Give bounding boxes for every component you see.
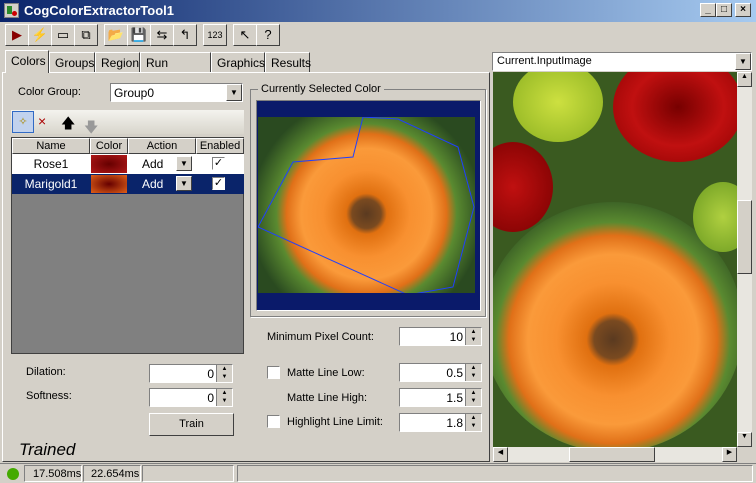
pointer-ruler-icon[interactable]: ↖ bbox=[233, 24, 257, 46]
softness-label: Softness: bbox=[26, 390, 72, 402]
color-swatch bbox=[91, 155, 127, 173]
horizontal-scrollbar[interactable]: ◀ ▶ bbox=[493, 447, 737, 462]
matte-high-label: Matte Line High: bbox=[287, 392, 368, 404]
color-grid: Name Color Action Enabled Rose1 Add ▼ ✓ Marig… bbox=[11, 137, 244, 354]
scroll-left-icon: ◀ bbox=[493, 447, 508, 462]
min-pixel-spinner[interactable]: 10 ▲ ▼ bbox=[399, 327, 482, 346]
save-as-icon[interactable]: ⇆ bbox=[150, 24, 174, 46]
train-status: Trained bbox=[19, 440, 76, 459]
dilation-label: Dilation: bbox=[26, 366, 66, 378]
tab-colors[interactable]: Colors bbox=[5, 50, 49, 73]
image-source-value: Current.InputImage bbox=[497, 55, 592, 67]
column-header-name[interactable]: Name bbox=[12, 138, 90, 154]
tab-region[interactable]: Region bbox=[95, 52, 140, 72]
image-source-select[interactable]: Current.InputImage ▼ bbox=[492, 52, 752, 71]
input-image-display[interactable] bbox=[493, 72, 737, 447]
color-group-select[interactable]: Group0 ▼ bbox=[110, 83, 243, 102]
highlight-checkbox[interactable] bbox=[267, 415, 280, 428]
min-pixel-label: Minimum Pixel Count: bbox=[267, 331, 374, 343]
row-name: Marigold1 bbox=[24, 177, 78, 191]
column-header-action[interactable]: Action bbox=[128, 138, 196, 154]
grid-header: Name Color Action Enabled bbox=[12, 138, 244, 154]
matte-high-spinner[interactable]: 1.5 ▲ ▼ bbox=[399, 388, 482, 407]
maximize-button[interactable]: □ bbox=[716, 3, 732, 17]
save-icon[interactable]: 💾 bbox=[127, 24, 151, 46]
window-lock-icon[interactable]: ⧉ bbox=[74, 24, 98, 46]
spin-arrows-icon: ▲ ▼ bbox=[465, 364, 481, 381]
selected-color-display bbox=[256, 100, 481, 311]
chevron-down-icon[interactable]: ▼ bbox=[226, 84, 242, 101]
move-down-icon[interactable]: 🡅 bbox=[84, 113, 98, 137]
spin-arrows-icon: ▲ ▼ bbox=[216, 389, 232, 406]
row-action: Add bbox=[142, 157, 164, 171]
scroll-up-icon: ▲ bbox=[737, 72, 752, 87]
spin-arrows-icon: ▲ ▼ bbox=[465, 389, 481, 406]
tab-run-params[interactable]: Run Params bbox=[140, 52, 211, 84]
reset-icon[interactable]: ↰ bbox=[173, 24, 197, 46]
selected-color-title: Currently Selected Color bbox=[258, 83, 384, 95]
help-icon[interactable]: ? bbox=[256, 24, 280, 46]
move-up-icon[interactable]: 🡅 bbox=[61, 113, 75, 137]
color-swatch bbox=[91, 175, 127, 193]
column-header-color[interactable]: Color bbox=[90, 138, 128, 154]
action-dropdown-icon[interactable]: ▼ bbox=[176, 156, 192, 171]
close-button[interactable]: × bbox=[735, 3, 751, 17]
tab-graphics[interactable]: Graphics bbox=[211, 52, 265, 72]
window-icon[interactable]: ▭ bbox=[51, 24, 75, 46]
counter-123-icon[interactable]: 123 bbox=[203, 24, 227, 46]
scroll-right-icon: ▶ bbox=[722, 447, 737, 462]
color-group-label: Color Group: bbox=[18, 86, 81, 98]
delete-color-icon[interactable]: × bbox=[38, 113, 46, 129]
status-pane bbox=[237, 465, 753, 482]
chevron-down-icon[interactable]: ▼ bbox=[735, 53, 751, 70]
run-icon[interactable]: ▶ bbox=[5, 24, 29, 46]
tab-groups[interactable]: Groups bbox=[49, 52, 95, 72]
spin-arrows-icon: ▲ ▼ bbox=[465, 328, 481, 345]
vertical-scrollbar[interactable]: ▲ ▼ bbox=[737, 72, 752, 447]
enabled-checkbox[interactable]: ✓ bbox=[212, 177, 225, 190]
table-row[interactable]: Rose1 Add ▼ ✓ bbox=[12, 154, 244, 174]
action-dropdown-icon[interactable]: ▼ bbox=[176, 176, 192, 191]
softness-spinner[interactable]: 0 ▲ ▼ bbox=[149, 388, 233, 407]
highlight-spinner[interactable]: 1.8 ▲ ▼ bbox=[399, 413, 482, 432]
status-pane bbox=[142, 465, 234, 482]
grid-toolbar: ✧ × 🡅 🡅 bbox=[11, 110, 244, 137]
enabled-checkbox[interactable]: ✓ bbox=[212, 157, 225, 170]
matte-low-spinner[interactable]: 0.5 ▲ ▼ bbox=[399, 363, 482, 382]
column-header-enabled[interactable]: Enabled bbox=[196, 138, 244, 154]
table-row[interactable]: Marigold1 Add ▼ ✓ bbox=[12, 174, 244, 194]
status-time-2: 22.654ms bbox=[83, 465, 141, 482]
row-action: Add bbox=[142, 177, 164, 191]
highlight-label: Highlight Line Limit: bbox=[287, 416, 383, 428]
window-title: CogColorExtractorTool1 bbox=[24, 3, 174, 18]
color-group-value: Group0 bbox=[114, 86, 155, 100]
horizontal-scroll-thumb[interactable] bbox=[569, 447, 655, 462]
lightning-icon[interactable]: ⚡ bbox=[28, 24, 52, 46]
vertical-scroll-thumb[interactable] bbox=[737, 200, 752, 274]
region-polygon bbox=[258, 117, 475, 293]
status-indicator-icon bbox=[7, 468, 19, 480]
title-bar: CogColorExtractorTool1 _ □ × bbox=[0, 0, 756, 22]
spin-arrows-icon: ▲ ▼ bbox=[465, 414, 481, 431]
dilation-spinner[interactable]: 0 ▲ ▼ bbox=[149, 364, 233, 383]
scroll-down-icon: ▼ bbox=[737, 432, 752, 447]
app-icon bbox=[4, 3, 19, 18]
open-folder-icon[interactable]: 📂 bbox=[104, 24, 128, 46]
matte-low-label: Matte Line Low: bbox=[287, 367, 365, 379]
status-time-1: 17.508ms bbox=[24, 465, 82, 482]
spin-arrows-icon: ▲ ▼ bbox=[216, 365, 232, 382]
minimize-button[interactable]: _ bbox=[700, 3, 716, 17]
row-name: Rose1 bbox=[33, 157, 69, 171]
status-bar: 17.508ms 22.654ms bbox=[0, 463, 756, 483]
matte-low-checkbox[interactable] bbox=[267, 366, 280, 379]
train-button[interactable]: Train bbox=[149, 413, 234, 436]
tab-results[interactable]: Results bbox=[265, 52, 311, 72]
add-color-icon[interactable]: ✧ bbox=[12, 111, 34, 133]
